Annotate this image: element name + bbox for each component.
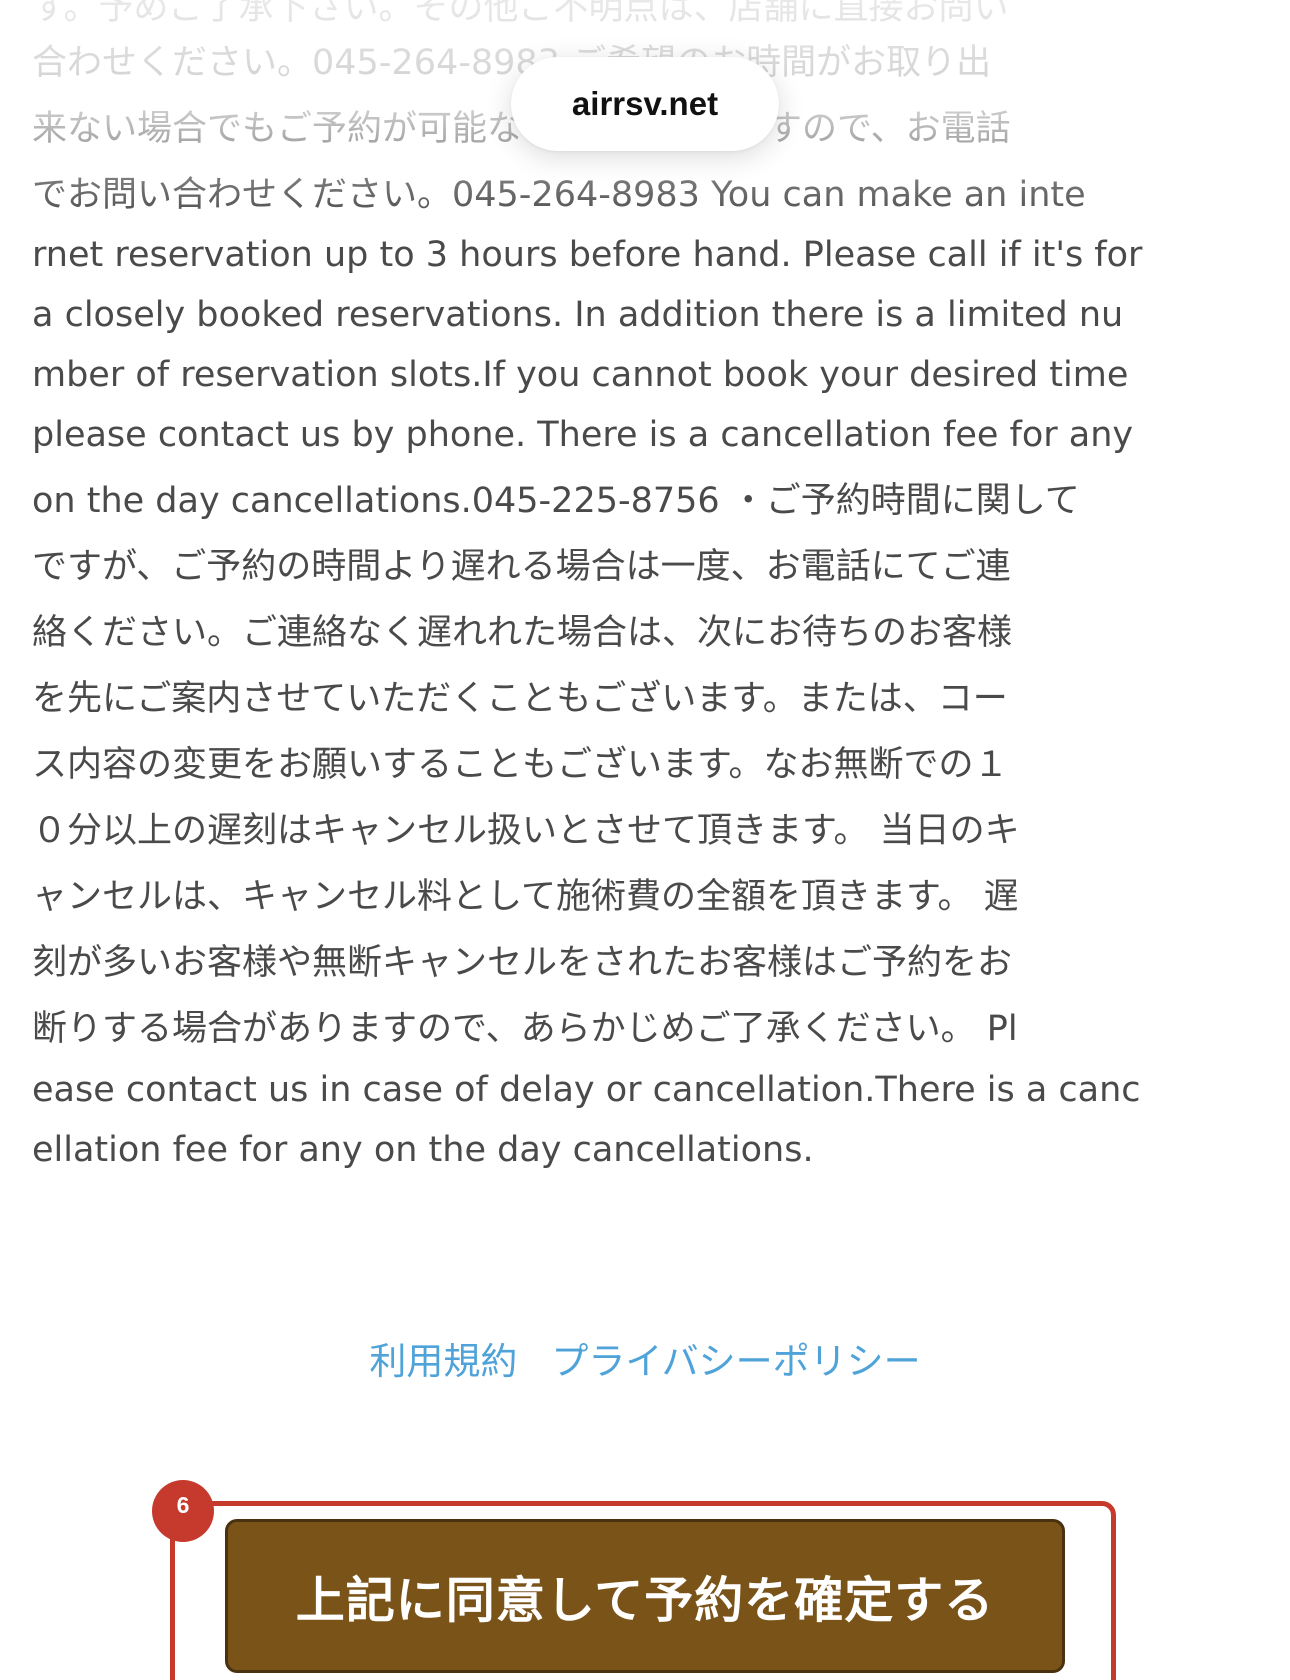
terms-link[interactable]: 利用規約 — [369, 1334, 517, 1390]
policy-line: でお問い合わせください。045-264-8983 You can make an… — [32, 175, 1086, 215]
policy-line: ease contact us in case of delay or canc… — [32, 1070, 1141, 1110]
policy-line: ャンセルは、キャンセル料として施術費の全額を頂きます。 遅 — [32, 877, 1019, 917]
policy-line: please contact us by phone. There is a c… — [32, 415, 1134, 455]
footer-links: 利用規約 プライバシーポリシー — [0, 1334, 1290, 1390]
reservation-policy-page: す。予めご了承下さい。その他ご不明点は、店舗に直接お問い 合わせください。045… — [0, 0, 1290, 1680]
policy-line: す。予めご了承下さい。その他ご不明点は、店舗に直接お問い — [32, 0, 1009, 28]
policy-line: a closely booked reservations. In additi… — [32, 295, 1124, 335]
policy-line: ス内容の変更をお願いすることもございます。なお無断での１ — [32, 745, 1009, 785]
policy-line: mber of reservation slots.If you cannot … — [32, 355, 1129, 395]
policy-line: 刻が多いお客様や無断キャンセルをされたお客様はご予約をお — [32, 943, 1013, 983]
privacy-policy-link[interactable]: プライバシーポリシー — [551, 1334, 920, 1390]
agree-and-confirm-button[interactable]: 上記に同意して予約を確定する — [225, 1519, 1065, 1673]
browser-url-pill[interactable]: airrsv.net — [511, 57, 779, 151]
policy-line: ０分以上の遅刻はキャンセル扱いとさせて頂きます。 当日のキ — [32, 811, 1020, 851]
policy-line: ですが、ご予約の時間より遅れる場合は一度、お電話にてご連 — [32, 547, 1011, 587]
step-number-badge: 6 — [152, 1480, 214, 1542]
url-text: airrsv.net — [571, 85, 719, 122]
policy-line: を先にご案内させていただくこともございます。または、コー — [32, 679, 1008, 719]
confirm-button-label: 上記に同意して予約を確定する — [295, 1571, 995, 1629]
policy-line: rnet reservation up to 3 hours before ha… — [32, 235, 1143, 275]
policy-line: 絡ください。ご連絡なく遅れれた場合は、次にお待ちのお客様 — [32, 613, 1013, 653]
step-number: 6 — [176, 1492, 190, 1518]
policy-line: on the day cancellations.045-225-8756 ・ご… — [32, 481, 1080, 521]
policy-line: 断りする場合がありますので、あらかじめご了承ください。 Pl — [32, 1009, 1018, 1049]
policy-line: ellation fee for any on the day cancella… — [32, 1130, 814, 1170]
